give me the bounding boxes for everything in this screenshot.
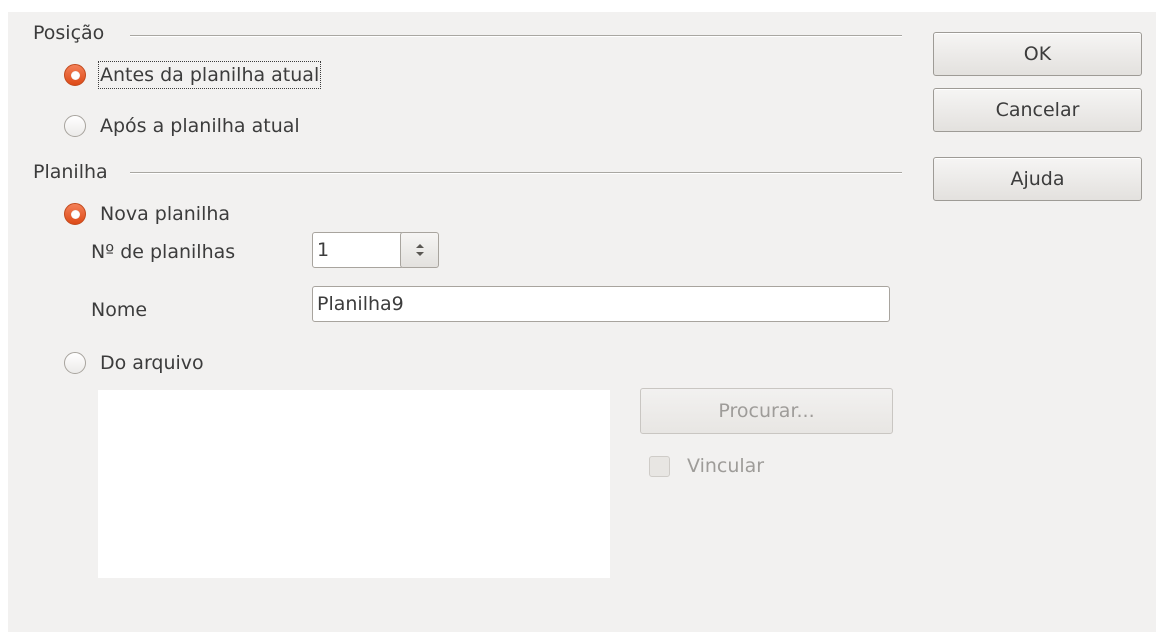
radio-checked-icon bbox=[64, 203, 86, 225]
sheet-name-label: Nome bbox=[91, 299, 148, 321]
radio-after-label: Após a planilha atual bbox=[100, 115, 300, 137]
sheet-name-input[interactable]: Planilha9 bbox=[312, 286, 890, 322]
radio-new-sheet-label: Nova planilha bbox=[100, 203, 231, 225]
cancel-button[interactable]: Cancelar bbox=[933, 88, 1142, 132]
sheet-name-value: Planilha9 bbox=[317, 293, 404, 315]
help-button[interactable]: Ajuda bbox=[933, 157, 1142, 201]
up-down-arrows-icon bbox=[415, 244, 424, 256]
sheet-count-input[interactable]: 1 bbox=[312, 232, 404, 268]
sheet-count-value: 1 bbox=[317, 239, 330, 261]
file-sheets-listbox[interactable] bbox=[98, 390, 610, 578]
browse-button[interactable]: Procurar... bbox=[640, 388, 893, 434]
position-section-title: Posição bbox=[33, 22, 105, 44]
radio-before-current-sheet[interactable]: Antes da planilha atual bbox=[64, 61, 322, 89]
radio-before-label: Antes da planilha atual bbox=[97, 61, 322, 89]
link-label: Vincular bbox=[687, 455, 765, 477]
sheet-count-label: Nº de planilhas bbox=[91, 241, 236, 263]
link-checkbox[interactable] bbox=[649, 456, 670, 477]
radio-from-file-label: Do arquivo bbox=[100, 352, 204, 374]
radio-unchecked-icon bbox=[64, 352, 86, 374]
radio-unchecked-icon bbox=[64, 115, 86, 137]
radio-new-sheet[interactable]: Nova planilha bbox=[64, 200, 230, 228]
radio-after-current-sheet[interactable]: Após a planilha atual bbox=[64, 112, 300, 140]
sheet-section-title: Planilha bbox=[33, 161, 108, 183]
ok-button[interactable]: OK bbox=[933, 32, 1142, 76]
insert-sheet-dialog: Posição Antes da planilha atual Após a p… bbox=[8, 12, 1156, 632]
radio-from-file[interactable]: Do arquivo bbox=[64, 349, 204, 377]
sheet-separator bbox=[130, 172, 902, 173]
sheet-count-spinner[interactable] bbox=[400, 232, 439, 268]
radio-checked-icon bbox=[64, 64, 86, 86]
position-separator bbox=[130, 35, 902, 36]
